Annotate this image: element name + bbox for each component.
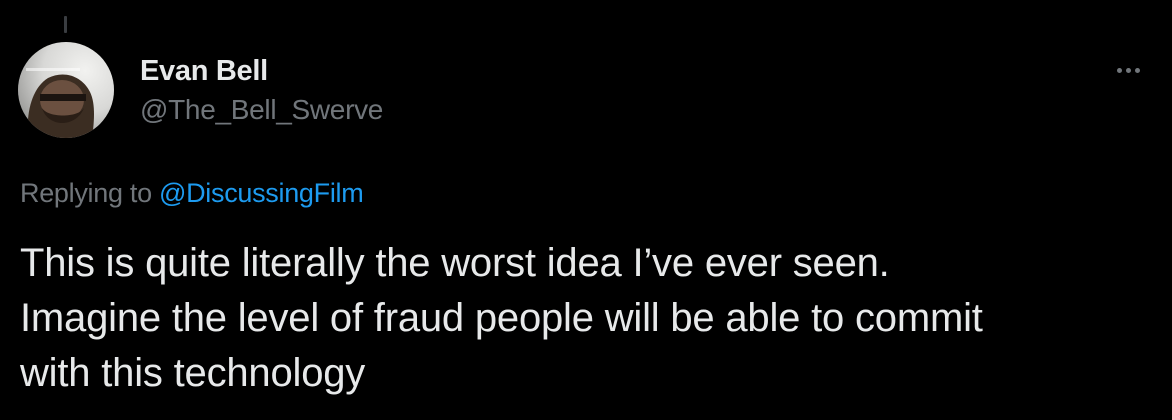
thread-connector-line bbox=[64, 16, 67, 33]
reply-prefix: Replying to bbox=[20, 178, 152, 208]
more-dot bbox=[1134, 67, 1140, 73]
reply-mention-link[interactable]: @DiscussingFilm bbox=[159, 178, 364, 208]
avatar[interactable] bbox=[18, 42, 114, 138]
author-info[interactable]: Evan Bell @The_Bell_Swerve bbox=[140, 56, 383, 126]
more-options-icon[interactable] bbox=[1108, 58, 1148, 82]
author-display-name[interactable]: Evan Bell bbox=[140, 56, 383, 86]
more-dot bbox=[1125, 67, 1131, 73]
author-handle[interactable]: @The_Bell_Swerve bbox=[140, 94, 383, 126]
tweet-text-line: with this technology bbox=[20, 351, 366, 395]
reply-context: Replying to @DiscussingFilm bbox=[20, 177, 364, 209]
more-dot bbox=[1116, 67, 1122, 73]
tweet-text-line: This is quite literally the worst idea I… bbox=[20, 241, 890, 285]
tweet-text: This is quite literally the worst idea I… bbox=[20, 236, 1160, 401]
tweet-text-line: Imagine the level of fraud people will b… bbox=[20, 296, 983, 340]
avatar-photo bbox=[18, 42, 114, 138]
